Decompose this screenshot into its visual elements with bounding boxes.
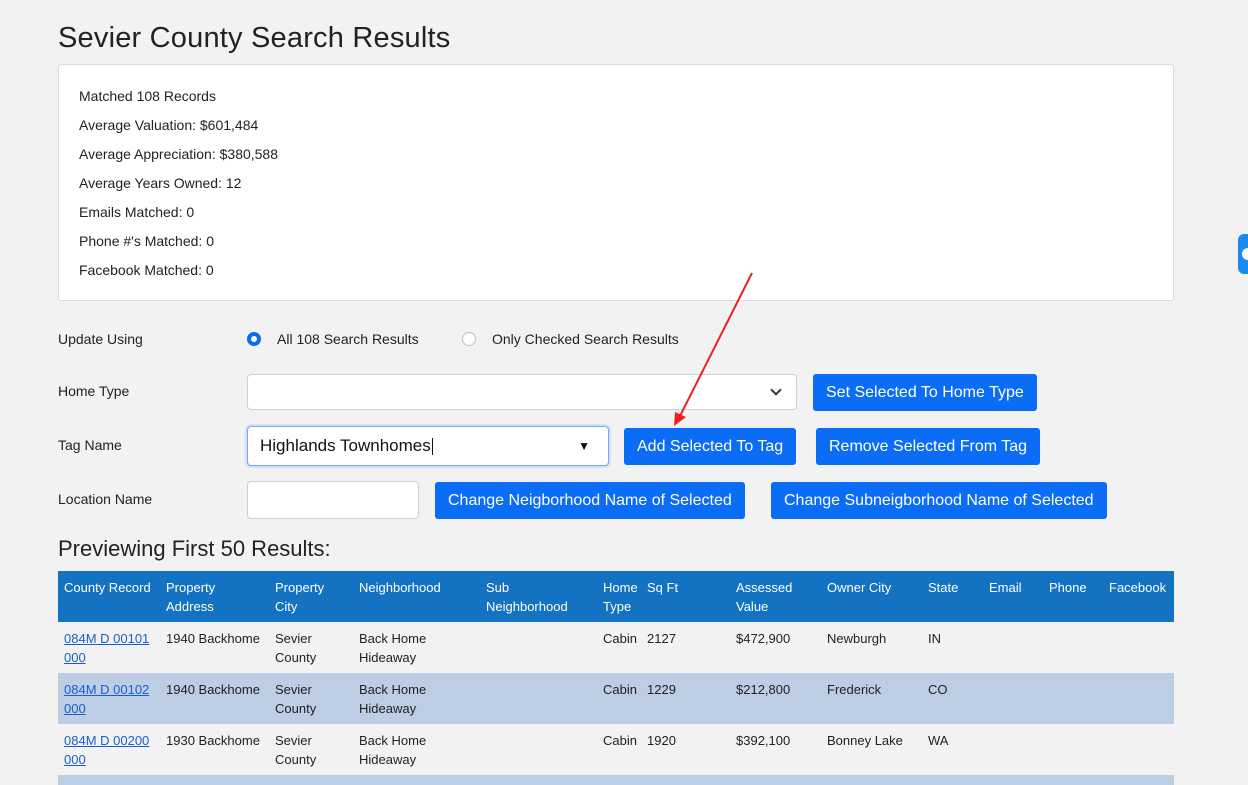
cell-state: IN <box>922 622 983 673</box>
stat-matched-records: Matched 108 Records <box>79 88 216 104</box>
stat-average-valuation: Average Valuation: $601,484 <box>79 117 259 133</box>
annotation-arrow-head <box>674 412 686 426</box>
county-record-link[interactable]: 084M D 00200 000 <box>64 733 149 767</box>
radio-checked-results-label: Only Checked Search Results <box>492 331 679 347</box>
cell-address: 1940 Backhome <box>160 622 269 673</box>
cell-county-record: 084M D 00102 000 <box>58 673 160 724</box>
cell-email <box>983 724 1043 775</box>
location-name-label: Location Name <box>58 491 153 507</box>
home-type-select[interactable] <box>247 374 797 410</box>
cell-home-type: Cabin <box>597 622 641 673</box>
remove-from-tag-button[interactable]: Remove Selected From Tag <box>816 428 1041 465</box>
tag-name-value: Highlands Townhomes <box>260 436 431 455</box>
summary-stats-panel: Matched 108 Records Average Valuation: $… <box>58 64 1174 301</box>
cell-facebook <box>1103 622 1174 673</box>
col-email[interactable]: Email <box>983 571 1043 622</box>
cell-city: Sevier County <box>269 622 353 673</box>
col-state[interactable]: State <box>922 571 983 622</box>
cell-home-type: Cabin <box>597 724 641 775</box>
county-record-link[interactable]: 084M D 00101 000 <box>64 631 149 665</box>
home-type-label: Home Type <box>58 383 130 399</box>
change-neighborhood-button[interactable]: Change Neigborhood Name of Selected <box>435 482 745 519</box>
cell-email <box>983 673 1043 724</box>
cell-sub-neighborhood <box>480 622 597 673</box>
radio-all-results-label: All 108 Search Results <box>277 331 419 347</box>
cell-assessed-value: $472,900 <box>730 622 821 673</box>
radio-all-results-control[interactable] <box>247 332 261 346</box>
cell-state: WA <box>922 724 983 775</box>
county-record-link[interactable]: 084M D 00102 000 <box>64 682 149 716</box>
cell-sub-neighborhood <box>480 724 597 775</box>
cell-phone <box>1043 622 1103 673</box>
table-row: 084M D 00102 000 1940 Backhome Sevier Co… <box>58 673 1174 724</box>
cell-sq-ft: 1920 <box>641 724 730 775</box>
col-sub-neighborhood[interactable]: Sub Neighborhood <box>480 571 597 622</box>
text-cursor <box>431 438 433 456</box>
cell-city: Sevier County <box>269 673 353 724</box>
set-home-type-button[interactable]: Set Selected To Home Type <box>813 374 1037 411</box>
col-assessed-value[interactable]: Assessed Value <box>730 571 821 622</box>
cell-city: Sevier County <box>269 724 353 775</box>
cell-assessed-value: $392,100 <box>730 724 821 775</box>
cell-email <box>983 622 1043 673</box>
cell-neighborhood: Back Home Hideaway <box>353 724 480 775</box>
radio-checked-results-control[interactable] <box>462 332 476 346</box>
cell-assessed-value: $212,800 <box>730 673 821 724</box>
stat-average-appreciation: Average Appreciation: $380,588 <box>79 146 279 162</box>
chevron-down-icon <box>770 384 782 396</box>
preview-title: Previewing First 50 Results: <box>58 536 331 561</box>
cell-state: CO <box>922 673 983 724</box>
col-home-type[interactable]: Home Type <box>597 571 641 622</box>
radio-all-results[interactable]: All 108 Search Results <box>247 331 419 347</box>
col-owner-city[interactable]: Owner City <box>821 571 922 622</box>
cell-address: 1940 Backhome <box>160 673 269 724</box>
update-using-label: Update Using <box>58 331 143 347</box>
col-county-record[interactable]: County Record <box>58 571 160 622</box>
caret-down-icon: ▼ <box>578 439 590 453</box>
cell-owner-city: Frederick <box>821 673 922 724</box>
tag-name-label: Tag Name <box>58 437 122 453</box>
radio-checked-results[interactable]: Only Checked Search Results <box>462 331 679 347</box>
cell-county-record: 084M D 00101 000 <box>58 622 160 673</box>
table-header-row: County Record Property Address Property … <box>58 571 1174 622</box>
cell-facebook <box>1103 673 1174 724</box>
add-to-tag-button[interactable]: Add Selected To Tag <box>624 428 797 465</box>
side-widget-tab[interactable] <box>1238 234 1248 274</box>
col-property-city[interactable]: Property City <box>269 571 353 622</box>
col-sq-ft[interactable]: Sq Ft <box>641 571 730 622</box>
results-table: County Record Property Address Property … <box>58 571 1174 785</box>
cell-neighborhood: Back Home Hideaway <box>353 673 480 724</box>
col-phone[interactable]: Phone <box>1043 571 1103 622</box>
cell-owner-city: Newburgh <box>821 622 922 673</box>
location-name-input[interactable] <box>247 481 419 519</box>
stat-phones-matched: Phone #'s Matched: 0 <box>79 233 214 249</box>
cell-sq-ft: 2127 <box>641 622 730 673</box>
cell-home-type: Cabin <box>597 673 641 724</box>
cell-neighborhood: Back Home Hideaway <box>353 622 480 673</box>
cell-sub-neighborhood <box>480 673 597 724</box>
cell-owner-city: Bonney Lake <box>821 724 922 775</box>
stat-average-years-owned: Average Years Owned: 12 <box>79 175 242 191</box>
cell-facebook <box>1103 724 1174 775</box>
tag-name-select[interactable]: Highlands Townhomes ▼ <box>247 426 609 466</box>
table-row: 084M D 00101 000 1940 Backhome Sevier Co… <box>58 622 1174 673</box>
table-row: 084M D 00200 000 1930 Backhome Sevier Co… <box>58 724 1174 775</box>
cell-sq-ft: 1229 <box>641 673 730 724</box>
page-title: Sevier County Search Results <box>58 22 451 54</box>
stat-emails-matched: Emails Matched: 0 <box>79 204 195 220</box>
cell-county-record: 084M D 00200 000 <box>58 724 160 775</box>
col-neighborhood[interactable]: Neighborhood <box>353 571 480 622</box>
cell-phone <box>1043 673 1103 724</box>
table-row-partial <box>58 775 1174 785</box>
cell-partial <box>58 775 1174 785</box>
col-property-address[interactable]: Property Address <box>160 571 269 622</box>
cell-phone <box>1043 724 1103 775</box>
change-subneighborhood-button[interactable]: Change Subneigborhood Name of Selected <box>771 482 1107 519</box>
cell-address: 1930 Backhome <box>160 724 269 775</box>
stat-facebook-matched: Facebook Matched: 0 <box>79 262 214 278</box>
col-facebook[interactable]: Facebook <box>1103 571 1174 622</box>
